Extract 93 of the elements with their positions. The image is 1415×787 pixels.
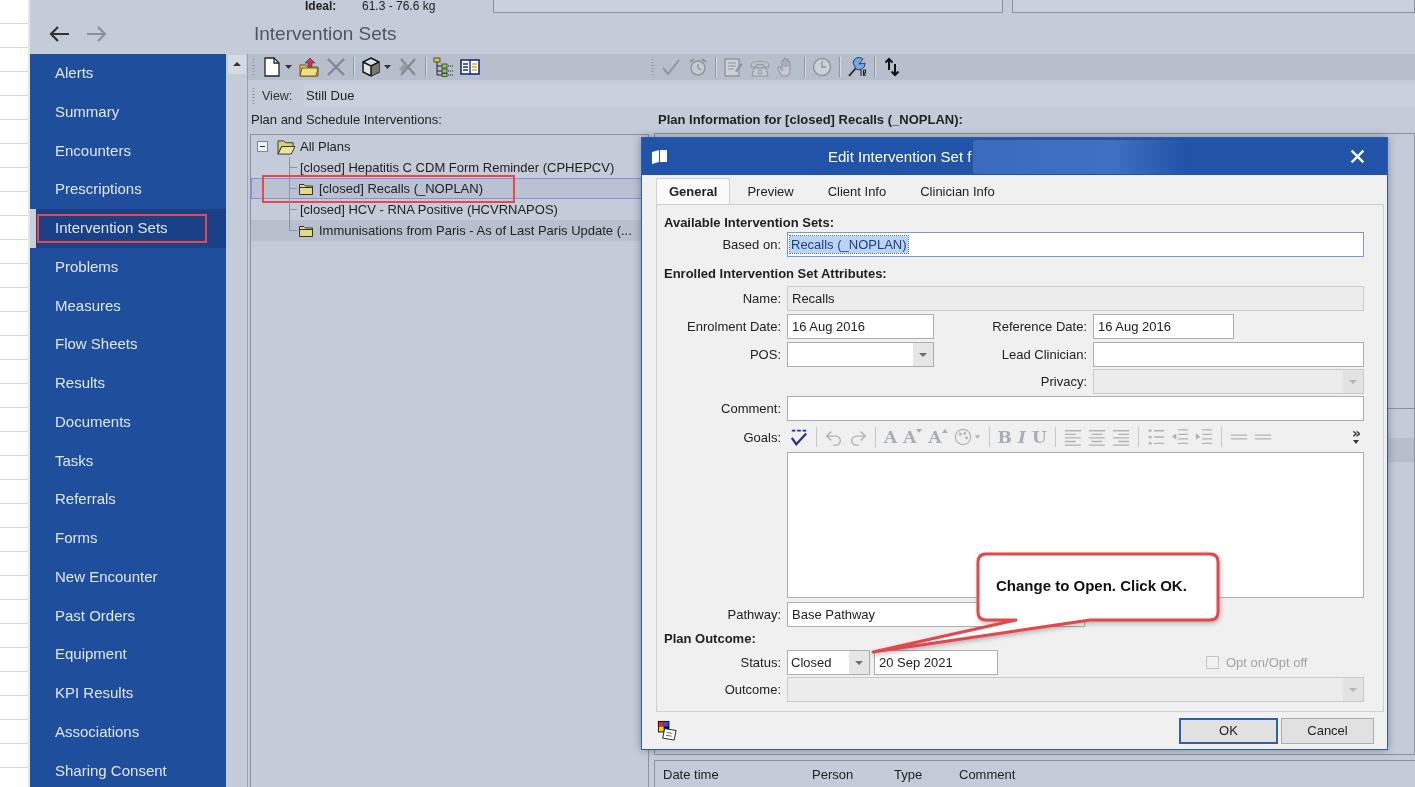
- view-label: View:: [262, 88, 294, 103]
- sidebar-item[interactable]: Flow Sheets: [30, 325, 226, 365]
- sidebar-item[interactable]: KPI Results: [30, 674, 226, 713]
- section-heading: Available Intervention Sets:: [663, 214, 835, 232]
- tree-item[interactable]: [closed] HCV - RNA Positive (HCVRNAPOS): [251, 199, 648, 220]
- more-button[interactable]: »: [1351, 427, 1361, 447]
- tree-item[interactable]: [closed] Hepatitis C CDM Form Reminder (CPHEPCV): [251, 157, 648, 178]
- back-arrow-icon[interactable]: [48, 25, 70, 43]
- caret-icon: [941, 429, 948, 433]
- open-folder-icon: [277, 138, 296, 155]
- dialog-button[interactable]: Cancel: [1281, 717, 1374, 744]
- folder-arrow-icon[interactable]: [299, 57, 319, 77]
- checkbox-label: Opt on/Opt off: [1226, 655, 1308, 670]
- scroll-up-icon[interactable]: [228, 55, 246, 74]
- column-header: Comment: [959, 766, 1016, 782]
- folder-icon: [299, 182, 313, 195]
- field-label: Lead Clinician:: [1000, 347, 1087, 362]
- view-field[interactable]: Still Due: [304, 84, 1415, 107]
- sidebar-item[interactable]: Measures: [30, 286, 226, 326]
- sidebar-item[interactable]: Alerts: [30, 54, 226, 93]
- date-field[interactable]: 20 Sep 2021: [874, 650, 998, 675]
- caret-icon[interactable]: [285, 65, 292, 69]
- caret-icon: [1353, 440, 1360, 444]
- caret-icon: [916, 429, 923, 433]
- column-header: Type: [894, 766, 924, 782]
- ideal-weight-value: 61.3 - 76.6 kg: [362, 0, 437, 13]
- dialog-button[interactable]: OK: [1179, 717, 1278, 744]
- sidebar-item[interactable]: Documents: [30, 402, 226, 442]
- sidebar-item[interactable]: New Encounter: [30, 557, 226, 597]
- folder-icon: [299, 224, 313, 237]
- color-squares-icon[interactable]: [657, 720, 678, 741]
- date-field[interactable]: 16 Aug 2016: [787, 314, 934, 339]
- status-dropdown[interactable]: Closed: [787, 650, 870, 675]
- pin-icon[interactable]: [847, 57, 867, 77]
- collapse-icon[interactable]: [257, 141, 268, 152]
- field-label: POS:: [748, 347, 781, 362]
- based-on-field[interactable]: Recalls (_NOPLAN): [787, 232, 1364, 257]
- columns-icon[interactable]: [460, 57, 480, 77]
- sidebar-item[interactable]: Equipment: [30, 635, 226, 675]
- date-field[interactable]: 16 Aug 2016: [1093, 314, 1234, 339]
- up-down-arrows-icon[interactable]: [882, 57, 902, 77]
- section-heading: Plan Outcome:: [663, 630, 757, 648]
- sidebar-item[interactable]: Intervention Sets: [30, 209, 226, 248]
- tab[interactable]: Client Info: [810, 178, 904, 204]
- sidebar-item[interactable]: Problems: [30, 247, 226, 287]
- pos-dropdown[interactable]: [787, 342, 934, 367]
- sidebar-item[interactable]: Associations: [30, 713, 226, 752]
- new-document-icon[interactable]: [262, 57, 282, 77]
- field-label: Comment:: [720, 401, 781, 416]
- sidebar-item[interactable]: Past Orders: [30, 596, 226, 636]
- panel-heading: Plan Information for [closed] Recalls (_NOPLAN):: [657, 111, 964, 129]
- grip-icon[interactable]: [252, 86, 255, 105]
- grip-icon[interactable]: [252, 58, 255, 76]
- sidebar-item[interactable]: Encounters: [30, 131, 226, 171]
- ideal-weight-label: Ideal:: [305, 0, 338, 13]
- tree-icon[interactable]: [433, 57, 453, 77]
- book-icon: [651, 149, 668, 164]
- field-label: Enrolment Date:: [686, 319, 781, 334]
- comment-field[interactable]: [787, 396, 1364, 421]
- field-label: Based on:: [721, 237, 781, 252]
- tab[interactable]: Preview: [730, 178, 811, 204]
- column-header: Person: [812, 766, 855, 782]
- dropdown-icon[interactable]: [849, 651, 869, 674]
- tab[interactable]: Clinician Info: [903, 178, 1012, 204]
- dropdown-icon[interactable]: [913, 343, 933, 366]
- column-header: Date time: [663, 766, 720, 782]
- field-label: Pathway:: [726, 607, 781, 622]
- close-icon[interactable]: [1350, 149, 1365, 164]
- lead-clinician-field[interactable]: [1093, 342, 1364, 367]
- section-heading: Enrolled Intervention Set Attributes:: [663, 265, 888, 283]
- spellcheck-icon[interactable]: [790, 428, 808, 446]
- caret-icon[interactable]: [384, 65, 391, 69]
- field-label: Goals:: [742, 429, 781, 445]
- field-label: Status:: [739, 655, 781, 670]
- cube-icon[interactable]: [361, 57, 381, 77]
- sidebar-item[interactable]: Referrals: [30, 480, 226, 520]
- panel-heading: Plan and Schedule Interventions:: [250, 111, 443, 129]
- sidebar-item[interactable]: Prescriptions: [30, 170, 226, 210]
- sidebar-item[interactable]: Summary: [30, 92, 226, 132]
- sidebar-item[interactable]: Tasks: [30, 441, 226, 481]
- sidebar-item[interactable]: Sharing Consent: [30, 751, 226, 787]
- field-label: Name:: [741, 291, 781, 306]
- sidebar-item[interactable]: Forms: [30, 519, 226, 558]
- tab[interactable]: General: [656, 178, 731, 204]
- callout-text: Change to Open. Click OK.: [996, 577, 1187, 594]
- page-title: Intervention Sets: [254, 23, 397, 45]
- sidebar-item[interactable]: Results: [30, 364, 226, 403]
- field-label: Reference Date:: [991, 319, 1087, 334]
- tree-item[interactable]: All Plans: [251, 136, 648, 157]
- field-label: Outcome:: [723, 682, 781, 697]
- dialog-title: Edit Intervention Set f: [828, 148, 972, 165]
- grip-icon[interactable]: [651, 58, 654, 76]
- field-label: Privacy:: [1039, 374, 1087, 389]
